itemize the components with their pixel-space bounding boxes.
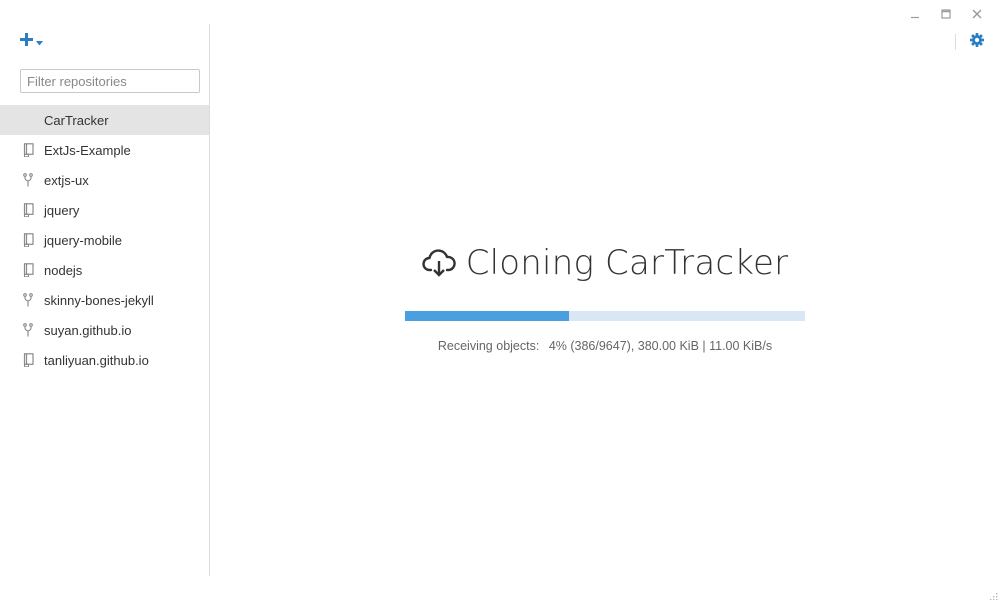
book-icon bbox=[22, 353, 34, 367]
clone-progress-bar bbox=[405, 311, 805, 321]
repository-list: CarTracker ExtJs-Example extjs-ux jquery jqu… bbox=[0, 105, 209, 375]
repository-label: nodejs bbox=[44, 262, 83, 278]
clone-status: Receiving objects: 4% (386/9647), 380.00… bbox=[405, 339, 805, 353]
book-icon bbox=[22, 203, 34, 217]
close-button[interactable] bbox=[961, 6, 992, 22]
add-repository-button[interactable] bbox=[20, 33, 43, 51]
sidebar: CarTracker ExtJs-Example extjs-ux jquery jqu… bbox=[0, 24, 210, 576]
app-window: CarTracker ExtJs-Example extjs-ux jquery jqu… bbox=[0, 0, 1000, 600]
repository-label: suyan.github.io bbox=[44, 322, 132, 338]
repository-item[interactable]: nodejs bbox=[0, 255, 209, 285]
fork-icon bbox=[22, 173, 34, 187]
clone-header: Cloning CarTracker bbox=[405, 240, 805, 286]
main-panel: Cloning CarTracker Receiving objects: 4%… bbox=[211, 24, 1000, 600]
clone-progress-panel: Cloning CarTracker Receiving objects: 4%… bbox=[405, 240, 805, 353]
filter-repositories-input[interactable] bbox=[20, 69, 200, 93]
repository-item[interactable]: jquery-mobile bbox=[0, 225, 209, 255]
repository-label: jquery bbox=[44, 202, 80, 218]
repository-item[interactable]: jquery bbox=[0, 195, 209, 225]
repository-label: skinny-bones-jekyll bbox=[44, 292, 154, 308]
repository-item[interactable]: ExtJs-Example bbox=[0, 135, 209, 165]
clone-title: Cloning CarTracker bbox=[465, 243, 789, 283]
repository-item[interactable]: skinny-bones-jekyll bbox=[0, 285, 209, 315]
fork-icon bbox=[22, 293, 34, 307]
plus-icon bbox=[20, 33, 33, 51]
maximize-button[interactable] bbox=[930, 6, 961, 22]
resize-grip-icon[interactable] bbox=[988, 588, 998, 600]
close-icon bbox=[972, 9, 982, 19]
minimize-icon bbox=[910, 9, 920, 19]
repository-label: tanliyuan.github.io bbox=[44, 352, 149, 368]
caret-down-icon bbox=[36, 33, 43, 51]
repository-label: extjs-ux bbox=[44, 172, 89, 188]
status-detail: 4% (386/9647), 380.00 KiB | 11.00 KiB/s bbox=[548, 339, 773, 353]
status-label: Receiving objects: bbox=[437, 339, 540, 353]
repository-item[interactable]: extjs-ux bbox=[0, 165, 209, 195]
repository-label: jquery-mobile bbox=[44, 232, 123, 248]
repository-item[interactable]: suyan.github.io bbox=[0, 315, 209, 345]
repository-item[interactable]: CarTracker bbox=[0, 105, 209, 135]
repository-label: CarTracker bbox=[44, 112, 109, 128]
fork-icon bbox=[22, 323, 34, 337]
minimize-button[interactable] bbox=[899, 6, 930, 22]
blank-icon-slot bbox=[22, 113, 34, 127]
cloud-download-icon bbox=[422, 247, 456, 279]
window-controls bbox=[899, 6, 992, 22]
book-icon bbox=[22, 263, 34, 277]
repository-label: ExtJs-Example bbox=[44, 142, 131, 158]
clone-progress-fill bbox=[405, 311, 569, 321]
book-icon bbox=[22, 143, 34, 157]
book-icon bbox=[22, 233, 34, 247]
maximize-icon bbox=[940, 9, 951, 19]
repository-item[interactable]: tanliyuan.github.io bbox=[0, 345, 209, 375]
